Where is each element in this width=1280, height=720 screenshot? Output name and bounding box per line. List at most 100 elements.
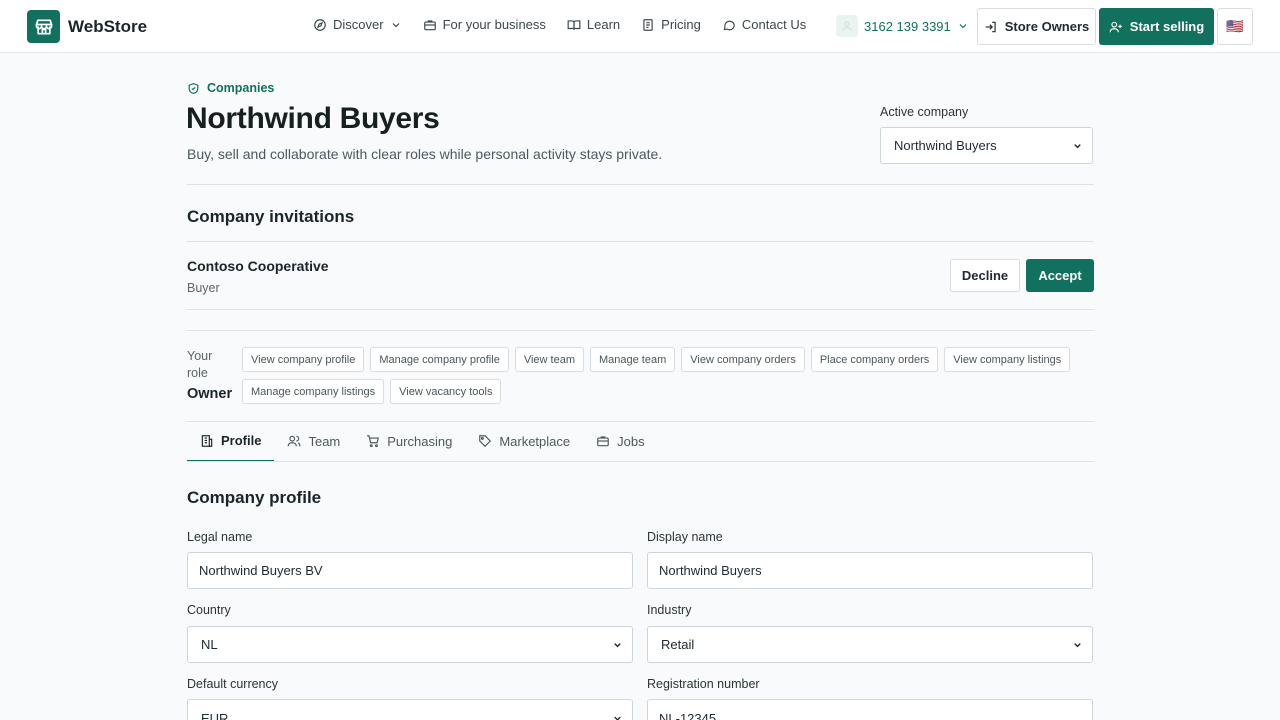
permission-chip: Manage company listings	[242, 379, 385, 404]
display-name-value: Northwind Buyers	[659, 563, 762, 578]
currency-label: Default currency	[187, 677, 279, 691]
decline-button[interactable]: Decline	[950, 259, 1020, 292]
divider	[187, 461, 1094, 462]
invitation-role: Buyer	[187, 281, 220, 295]
chevron-down-icon	[959, 24, 967, 29]
legal-name-label: Legal name	[187, 530, 253, 544]
country-value: NL	[201, 637, 218, 652]
storefront-icon	[27, 10, 60, 43]
book-icon	[567, 19, 581, 30]
permission-chip: View company listings	[944, 347, 1071, 372]
permission-chip: View company profile	[242, 347, 365, 372]
nav-for-business-label: For your business	[442, 17, 546, 32]
document-icon	[643, 18, 653, 31]
tab-team-label: Team	[308, 433, 341, 449]
start-selling-button[interactable]: Start selling	[1099, 8, 1214, 45]
nav-learn-label: Learn	[586, 17, 621, 32]
tab-purchasing[interactable]: Purchasing	[353, 421, 465, 461]
users-icon	[288, 435, 301, 447]
currency-value: EUR	[201, 711, 229, 720]
divider	[187, 330, 1094, 331]
page-title: Northwind Buyers	[186, 102, 440, 135]
invitation-company: Contoso Cooperative	[187, 258, 329, 274]
briefcase-icon	[597, 436, 609, 447]
divider	[187, 241, 1094, 242]
chevron-down-icon	[614, 716, 621, 720]
permission-chip: Place company orders	[810, 347, 939, 372]
country-select[interactable]: NL	[187, 626, 633, 663]
role-value: Owner	[187, 386, 233, 402]
divider	[187, 309, 1094, 310]
permission-chip: Manage team	[589, 347, 676, 372]
user-icon	[836, 15, 858, 37]
tab-marketplace[interactable]: Marketplace	[465, 421, 583, 461]
industry-select[interactable]: Retail	[647, 626, 1093, 663]
chat-icon	[723, 20, 735, 30]
chevron-down-icon	[614, 642, 621, 647]
brand-logo[interactable]: WebStore	[27, 10, 147, 43]
user-plus-icon	[1109, 21, 1122, 32]
active-company-select[interactable]: Northwind Buyers	[880, 127, 1093, 164]
active-company-label: Active company	[880, 105, 969, 119]
permission-chip: View company orders	[681, 347, 805, 372]
briefcase-icon	[423, 19, 436, 30]
tag-icon	[479, 435, 492, 448]
display-name-label: Display name	[647, 530, 723, 544]
login-icon	[985, 21, 996, 32]
shield-check-icon	[188, 82, 199, 94]
nav-discover-label: Discover	[333, 17, 384, 32]
nav-links: Discover For your business Learn Pricing…	[313, 17, 827, 32]
company-tabs: Profile Team Purchasing Marketplace Jobs	[187, 421, 658, 462]
legal-name-input[interactable]: Northwind Buyers BV	[187, 552, 633, 589]
active-company-value: Northwind Buyers	[894, 138, 997, 153]
us-flag-icon: 🇺🇸	[1226, 18, 1244, 34]
permission-chip: View team	[514, 347, 584, 372]
profile-heading: Company profile	[187, 488, 322, 507]
divider	[187, 184, 1094, 185]
accept-button[interactable]: Accept	[1026, 259, 1094, 292]
tab-marketplace-label: Marketplace	[499, 433, 571, 449]
phone-selector[interactable]: 3162 139 3391	[836, 15, 969, 37]
store-owners-button[interactable]: Store Owners	[977, 8, 1096, 45]
display-name-input[interactable]: Northwind Buyers	[647, 552, 1093, 589]
phone-number: 3162 139 3391	[864, 18, 951, 34]
role-label: Your role	[187, 349, 213, 380]
nav-learn[interactable]: Learn	[567, 17, 620, 32]
chevron-down-icon	[392, 22, 400, 27]
invitations-heading: Company invitations	[187, 207, 355, 226]
nav-pricing[interactable]: Pricing	[641, 17, 701, 32]
breadcrumb-label: Companies	[207, 81, 275, 95]
industry-value: Retail	[661, 637, 695, 652]
tab-purchasing-label: Purchasing	[387, 433, 453, 449]
permission-chip: Manage company profile	[370, 347, 509, 372]
breadcrumb[interactable]: Companies	[187, 81, 274, 95]
tab-jobs-label: Jobs	[617, 433, 645, 449]
store-owners-label: Store Owners	[1004, 19, 1090, 34]
nav-contact[interactable]: Contact Us	[722, 17, 806, 32]
tab-team[interactable]: Team	[274, 421, 353, 461]
country-label: Country	[187, 603, 231, 617]
legal-name-value: Northwind Buyers BV	[199, 563, 323, 578]
nav-for-business[interactable]: For your business	[423, 17, 546, 32]
tab-profile[interactable]: Profile	[187, 421, 275, 462]
registration-input[interactable]: NL-12345	[647, 699, 1093, 720]
compass-icon	[314, 18, 326, 31]
registration-label: Registration number	[647, 677, 760, 691]
page-subtitle: Buy, sell and collaborate with clear rol…	[187, 146, 663, 162]
nav-discover[interactable]: Discover	[313, 17, 402, 32]
currency-select[interactable]: EUR	[187, 699, 633, 720]
building-icon	[201, 434, 213, 447]
start-selling-label: Start selling	[1129, 19, 1205, 34]
permission-chips: View company profile Manage company prof…	[242, 347, 1082, 404]
brand-name: WebStore	[68, 16, 148, 36]
language-button[interactable]: 🇺🇸	[1217, 8, 1253, 45]
nav-contact-label: Contact Us	[741, 17, 807, 32]
top-navbar: WebStore Discover For your business Lear…	[0, 0, 1280, 53]
tab-profile-label: Profile	[221, 433, 262, 448]
tab-jobs[interactable]: Jobs	[583, 421, 657, 461]
permission-chip: View vacancy tools	[390, 379, 502, 404]
cart-icon	[367, 435, 380, 448]
nav-pricing-label: Pricing	[661, 17, 701, 32]
industry-label: Industry	[647, 603, 692, 617]
chevron-down-icon	[1074, 642, 1081, 647]
